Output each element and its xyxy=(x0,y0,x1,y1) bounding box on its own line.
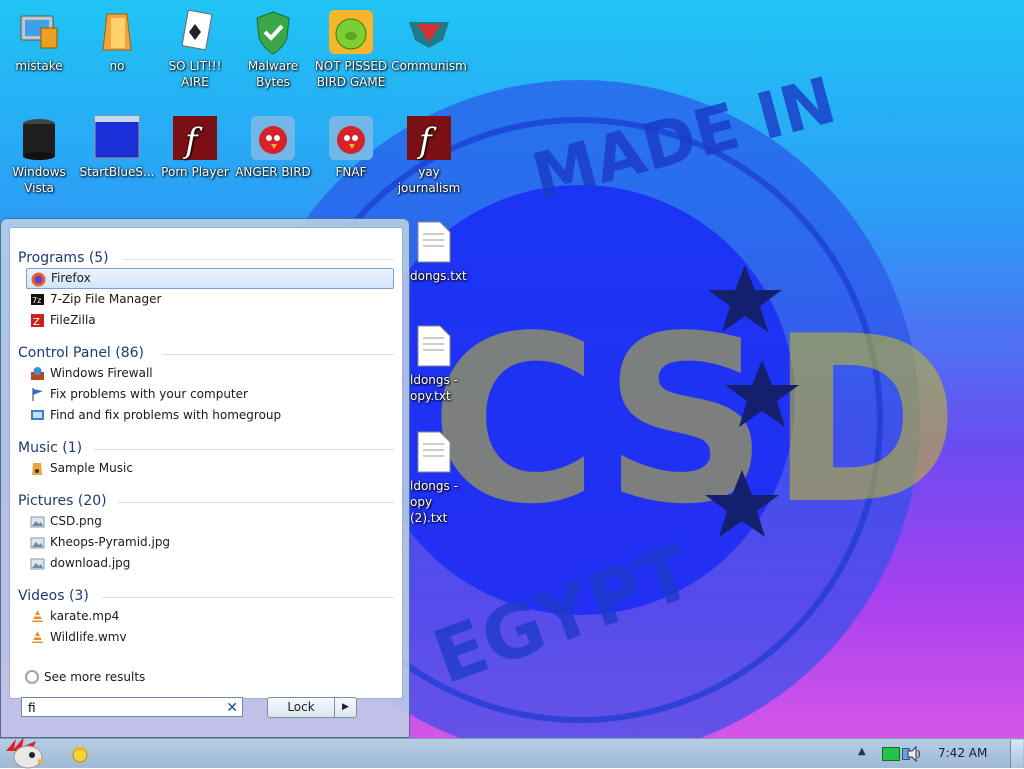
computer-icon xyxy=(15,8,63,56)
angry-bird-icon xyxy=(327,114,375,162)
group-header: Music (1) xyxy=(18,438,394,458)
network-icon[interactable] xyxy=(882,747,900,761)
desktop-icon[interactable]: mistake xyxy=(0,8,78,74)
wallpaper-center-text: CSD xyxy=(430,288,960,555)
start-button[interactable] xyxy=(2,731,50,769)
group-header: Control Panel (86) xyxy=(18,343,394,363)
results-group-pictures: Pictures (20) CSD.png Kheops-Pyramid.jpg… xyxy=(18,491,394,574)
result-item-filezilla[interactable]: Z FileZilla xyxy=(26,310,394,331)
results-group-control-panel: Control Panel (86) Windows Firewall Fix … xyxy=(18,343,394,426)
music-folder-icon xyxy=(32,463,42,475)
angry-bird-icon xyxy=(249,114,297,162)
clear-search-icon[interactable]: ✕ xyxy=(226,698,238,718)
result-item-sample-music[interactable]: Sample Music xyxy=(26,458,394,479)
desktop-icon[interactable]: dongs.txt xyxy=(400,218,470,284)
divider xyxy=(124,259,394,260)
red-emblem-icon xyxy=(405,8,453,56)
desktop-icon[interactable]: no xyxy=(78,8,156,74)
image-file-icon xyxy=(30,537,45,549)
see-more-results-link[interactable]: See more results xyxy=(24,668,145,686)
text-file-icon xyxy=(410,218,458,266)
vlc-icon xyxy=(32,631,43,643)
7zip-icon: 7z xyxy=(31,294,44,305)
desktop-icon[interactable]: ANGER BIRD xyxy=(234,114,312,180)
vlc-icon xyxy=(32,610,43,622)
search-input[interactable]: fi ✕ xyxy=(21,697,243,717)
group-header: Pictures (20) xyxy=(18,491,394,511)
results-group-programs: Programs (5) Firefox 7z 7-Zip File Manag… xyxy=(18,248,394,331)
result-item-wildlife-wmv[interactable]: Wildlife.wmv xyxy=(26,627,394,648)
result-item-homegroup[interactable]: Find and fix problems with homegroup xyxy=(26,405,394,426)
result-item-firefox[interactable]: Firefox xyxy=(26,268,394,289)
divider xyxy=(118,502,394,503)
search-icon xyxy=(25,670,39,684)
divider xyxy=(102,597,394,598)
desktop-icon[interactable]: StartBlueS... xyxy=(78,114,156,180)
trash-bin-icon xyxy=(15,114,63,162)
divider xyxy=(94,449,394,450)
clock[interactable]: 7:42 AM xyxy=(938,746,987,760)
solitaire-icon xyxy=(171,8,219,56)
result-item-csd-png[interactable]: CSD.png xyxy=(26,511,394,532)
filezilla-icon: Z xyxy=(31,314,44,328)
desktop-icon[interactable]: FNAF xyxy=(312,114,390,180)
image-file-icon xyxy=(30,516,45,528)
result-item-karate-mp4[interactable]: karate.mp4 xyxy=(26,606,394,627)
desktop-icon[interactable]: Communism xyxy=(390,8,468,74)
group-header: Programs (5) xyxy=(18,248,394,268)
show-desktop-button[interactable] xyxy=(1010,740,1023,768)
divider xyxy=(162,354,394,355)
result-item-windows-firewall[interactable]: Windows Firewall xyxy=(26,363,394,384)
results-group-music: Music (1) Sample Music xyxy=(18,438,394,479)
search-results-pane: Programs (5) Firefox 7z 7-Zip File Manag… xyxy=(9,227,403,699)
blue-window-icon xyxy=(93,114,141,162)
power-options-arrow-button[interactable]: ▶ xyxy=(335,697,357,718)
homegroup-icon xyxy=(31,410,44,420)
flash-icon: f xyxy=(171,114,219,162)
folder-icon xyxy=(93,8,141,56)
desktop-icon[interactable]: SO LIT!!! AIRE xyxy=(156,8,234,90)
firefox-icon xyxy=(31,272,46,287)
flash-icon: f xyxy=(405,114,453,162)
shield-check-icon xyxy=(249,8,297,56)
result-item-download-jpg[interactable]: download.jpg xyxy=(26,553,394,574)
start-menu: Programs (5) Firefox 7z 7-Zip File Manag… xyxy=(0,218,410,738)
lock-button[interactable]: Lock xyxy=(267,697,335,718)
search-input-value: fi xyxy=(28,701,36,715)
text-file-icon xyxy=(410,322,458,370)
desktop-icon[interactable]: Windows Vista xyxy=(0,114,78,196)
result-item-fix-problems[interactable]: Fix problems with your computer xyxy=(26,384,394,405)
flag-icon xyxy=(32,388,43,401)
desktop-icon[interactable]: Malware Bytes xyxy=(234,8,312,90)
show-hidden-icons-button[interactable]: ▲ xyxy=(858,746,866,757)
green-pig-icon xyxy=(327,8,375,56)
text-file-icon xyxy=(410,428,458,476)
desktop-icon[interactable]: f Porn Player xyxy=(156,114,234,180)
desktop-icon[interactable]: f yay journalism xyxy=(390,114,468,196)
firewall-icon xyxy=(31,367,44,380)
desktop-icon[interactable]: ldongs - opy.txt xyxy=(400,322,470,404)
svg-text:Z: Z xyxy=(33,317,40,328)
desktop-icon[interactable]: ldongs - opy (2).txt xyxy=(400,428,470,526)
desktop-icon[interactable]: NOT PISSED BIRD GAME xyxy=(312,8,390,90)
svg-text:7z: 7z xyxy=(32,296,41,305)
image-file-icon xyxy=(30,558,45,570)
group-header: Videos (3) xyxy=(18,586,394,606)
explorer-taskbar-icon[interactable] xyxy=(70,744,90,764)
volume-icon[interactable] xyxy=(905,744,925,764)
taskbar: ▲ 7:42 AM xyxy=(0,737,1024,769)
result-item-7zip[interactable]: 7z 7-Zip File Manager xyxy=(26,289,394,310)
result-item-kheops-pyramid[interactable]: Kheops-Pyramid.jpg xyxy=(26,532,394,553)
results-group-videos: Videos (3) karate.mp4 Wildlife.wmv xyxy=(18,586,394,648)
